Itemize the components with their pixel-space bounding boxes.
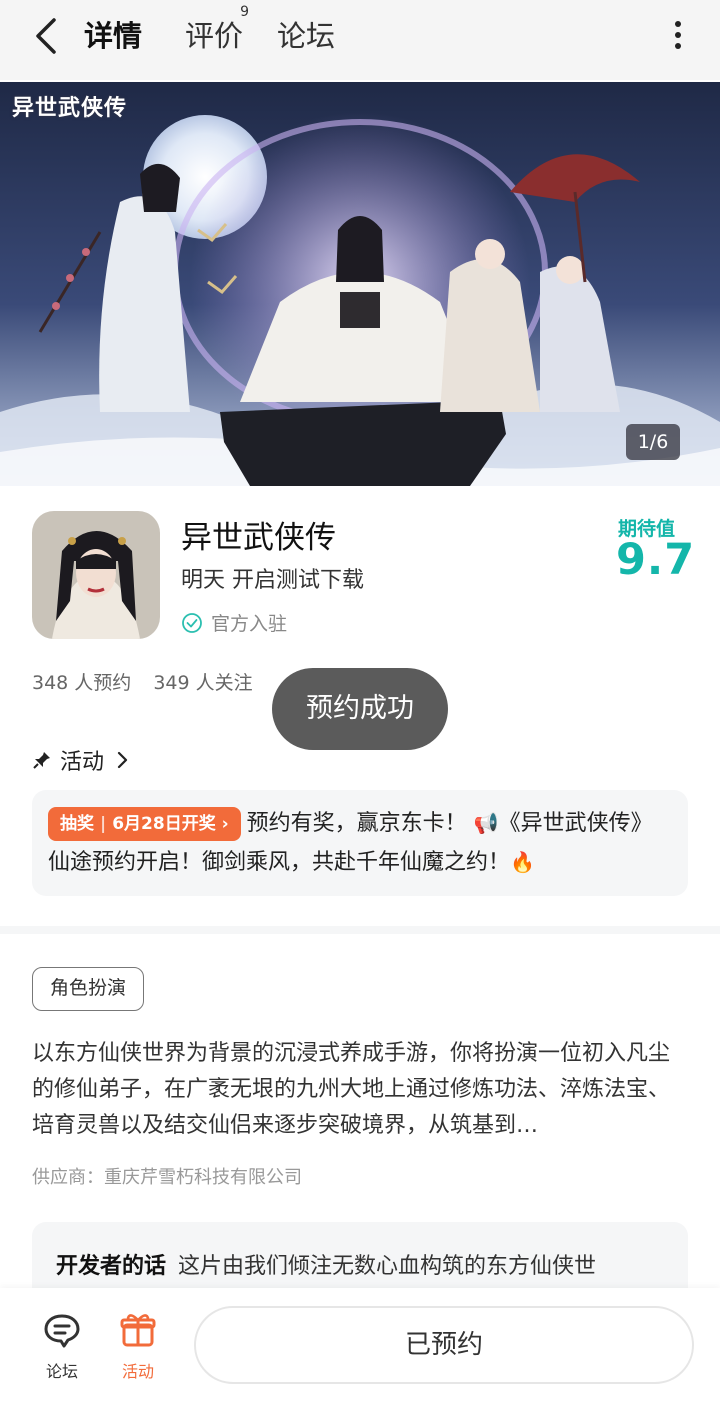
- genre-tag[interactable]: 角色扮演: [32, 967, 144, 1011]
- activity-heading: 活动: [60, 750, 105, 775]
- gift-icon: [120, 1314, 156, 1347]
- toast-message: 预约成功: [272, 668, 448, 750]
- forum-label: 论坛: [45, 1362, 78, 1381]
- app-icon: [32, 511, 160, 639]
- section-divider: [0, 926, 720, 934]
- supplier-info: 供应商：重庆芹雪朽科技有限公司: [32, 1167, 302, 1188]
- carousel-counter: 1/6: [626, 424, 680, 460]
- megaphone-icon: 📢: [473, 811, 499, 835]
- chat-bubble-icon: [44, 1314, 80, 1348]
- follower-count: 349 人关注: [153, 672, 253, 694]
- pin-icon: [33, 752, 50, 769]
- official-badge: 官方入驻: [181, 609, 287, 636]
- tab-review[interactable]: 评价 9: [185, 4, 249, 58]
- lottery-type: 抽奖: [60, 814, 94, 834]
- game-description[interactable]: 以东方仙侠世界为背景的沉浸式养成手游，你将扮演一位初入凡尘的修仙弟子，在广袤无垠…: [32, 1036, 688, 1144]
- forum-button[interactable]: 论坛: [32, 1310, 92, 1382]
- more-vertical-icon[interactable]: [674, 20, 682, 50]
- chevron-right-icon: [117, 751, 128, 769]
- activity-button[interactable]: 活动: [108, 1310, 168, 1382]
- official-label: 官方入驻: [211, 613, 288, 635]
- activity-text-1: 预约有奖，赢京东卡！: [246, 811, 467, 836]
- top-nav-bar: 详情 评价 9 论坛: [0, 0, 720, 80]
- reservation-count: 348 人预约: [32, 672, 132, 694]
- activity-label: 活动: [121, 1362, 154, 1381]
- bottom-action-bar: 论坛 活动 已预约: [0, 1288, 720, 1410]
- activity-header[interactable]: 活动: [32, 744, 132, 776]
- tab-forum[interactable]: 论坛: [277, 14, 335, 58]
- activity-card[interactable]: 抽奖 | 6月28日开奖 › 预约有奖，赢京东卡！ 📢《异世武侠传》仙途预约开启！御剑…: [32, 790, 688, 896]
- check-circle-icon: [182, 612, 202, 633]
- tab-forum-label: 论坛: [277, 19, 336, 53]
- reserved-button[interactable]: 已预约: [194, 1306, 694, 1384]
- chevron-left-icon[interactable]: [30, 16, 66, 56]
- fire-icon: 🔥: [510, 850, 535, 874]
- tab-review-label: 评价: [185, 19, 244, 53]
- developer-words-label: 开发者的话: [56, 1254, 167, 1279]
- app-name: 异世武侠传: [181, 520, 336, 556]
- tab-detail-label: 详情: [84, 19, 143, 53]
- stats-row: 348 人预约 349 人关注: [32, 668, 275, 695]
- developer-words-text: 这片由我们倾注无数心血构筑的东方仙侠世: [178, 1254, 597, 1279]
- screenshot-carousel[interactable]: 异世武侠传 1/6: [0, 82, 720, 486]
- banner-artwork: [0, 82, 720, 486]
- review-count-badge: 9: [240, 4, 250, 20]
- expectation-score: 9.7: [616, 535, 696, 585]
- lottery-date: 6月28日开奖: [112, 814, 216, 834]
- tab-detail[interactable]: 详情: [82, 14, 145, 59]
- game-logo: 异世武侠传: [12, 95, 128, 121]
- release-info: 明天 开启测试下载: [181, 568, 364, 593]
- lottery-pill[interactable]: 抽奖 | 6月28日开奖 ›: [48, 807, 241, 841]
